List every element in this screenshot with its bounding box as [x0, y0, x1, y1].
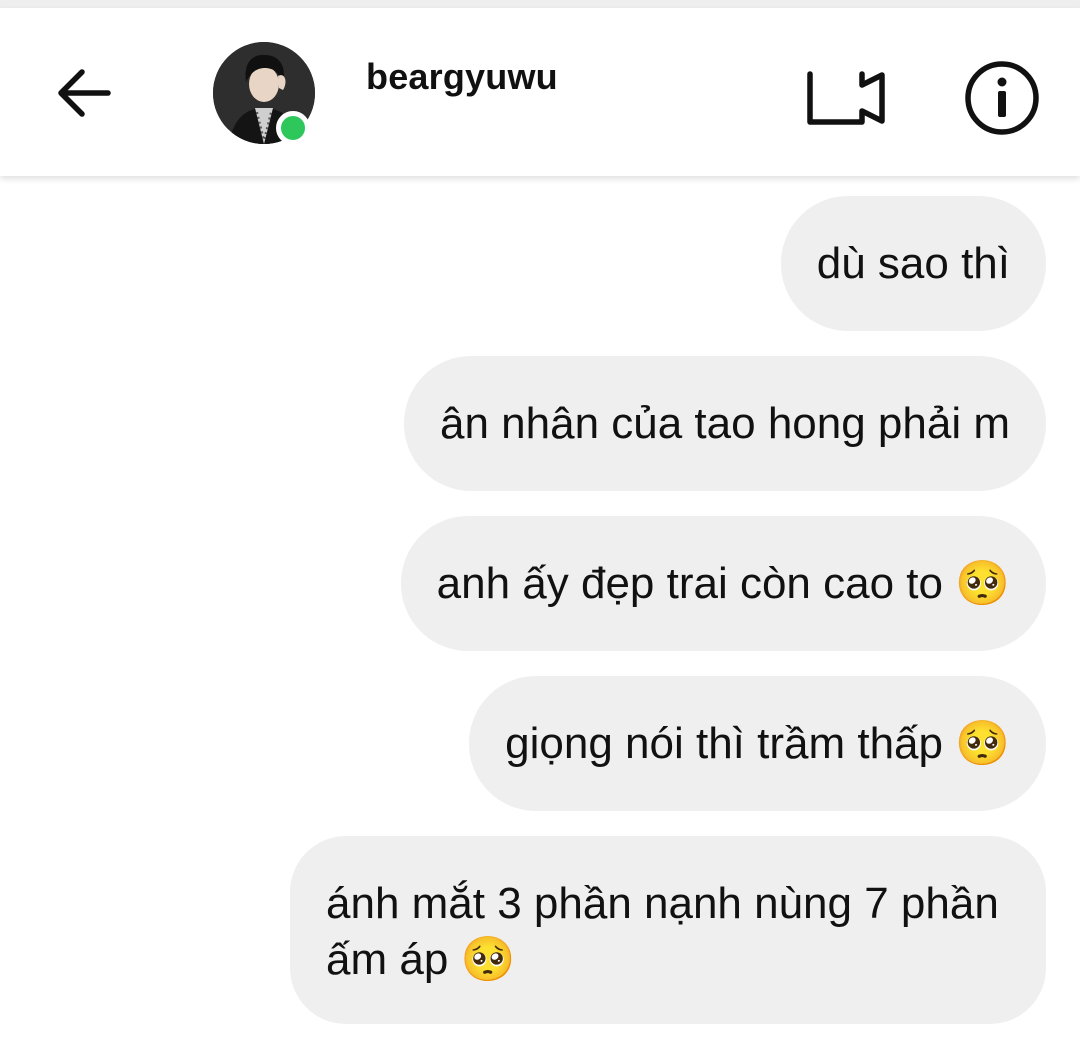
message-text: dù sao thì — [816, 239, 1010, 288]
message-text: ân nhân của tao hong phải m — [439, 399, 1010, 448]
online-status-dot — [276, 111, 310, 145]
info-button[interactable] — [962, 58, 1042, 138]
back-arrow-icon — [58, 69, 111, 117]
message-bubble[interactable]: ân nhân của tao hong phải m — [403, 356, 1046, 491]
back-button[interactable] — [46, 60, 122, 126]
message-text: ánh mắt 3 phần nạnh nùng 7 phần ấm áp 🥺 — [326, 879, 999, 984]
video-call-button[interactable] — [800, 64, 894, 132]
message-bubble[interactable]: giọng nói thì trầm thấp 🥺 — [469, 676, 1046, 811]
message-text: anh ấy đẹp trai còn cao to 🥺 — [436, 559, 1010, 608]
chat-username[interactable]: beargyuwu — [366, 56, 558, 98]
status-bar-strip — [0, 0, 1080, 8]
chat-header: beargyuwu — [0, 8, 1080, 176]
message-bubble[interactable]: anh ấy đẹp trai còn cao to 🥺 — [400, 516, 1046, 651]
video-call-icon — [807, 71, 885, 125]
message-list: dù sao thì ân nhân của tao hong phải m a… — [0, 176, 1080, 1042]
message-bubble[interactable]: dù sao thì — [780, 196, 1046, 331]
info-icon — [965, 61, 1039, 135]
message-bubble[interactable]: ánh mắt 3 phần nạnh nùng 7 phần ấm áp 🥺 — [290, 836, 1046, 1024]
message-text: giọng nói thì trầm thấp 🥺 — [505, 719, 1010, 768]
